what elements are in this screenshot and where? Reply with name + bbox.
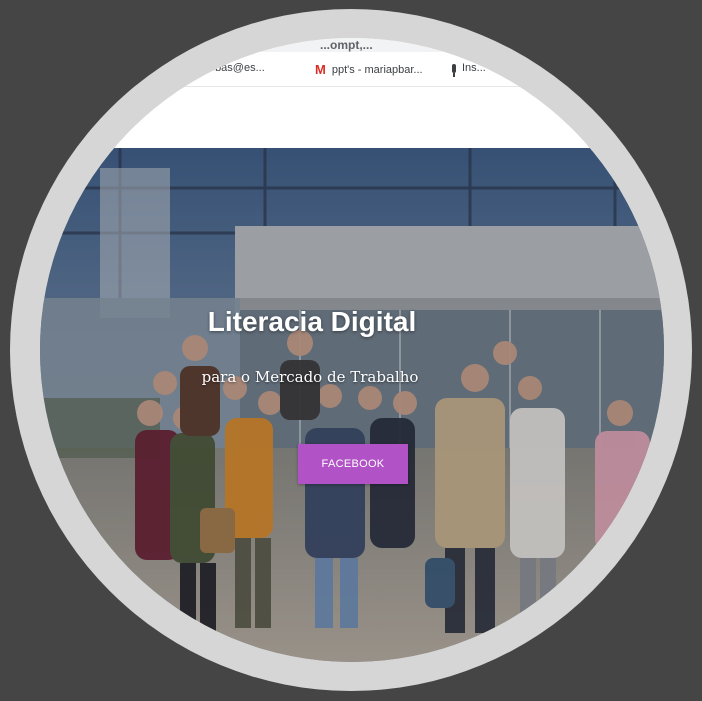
bookmark-label: ...barbas@es... <box>190 62 265 74</box>
bookmark-label: Ins... <box>462 62 486 74</box>
magnifier-stage: ...ompt,... ...barbas@es... M ppt's - ma… <box>0 0 702 701</box>
mic-icon <box>452 63 456 77</box>
address-bar[interactable]: ...ompt,... <box>40 38 664 52</box>
page-header <box>40 87 664 149</box>
hero-overlay <box>40 148 664 662</box>
bookmark-email[interactable]: ...barbas@es... <box>190 62 265 74</box>
gmail-icon: M <box>315 62 326 77</box>
bookmark-instagram[interactable]: Ins... <box>452 62 486 77</box>
bookmarks-bar: ...barbas@es... M ppt's - mariapbar... I… <box>40 52 664 87</box>
bookmark-gmail[interactable]: M ppt's - mariapbar... <box>315 62 423 77</box>
hero-subtitle: para o Mercado de Trabalho <box>201 368 419 386</box>
magnifier-lens: ...ompt,... ...barbas@es... M ppt's - ma… <box>40 38 664 662</box>
url-text: ...ompt,... <box>320 38 373 52</box>
bookmark-label: ppt's - mariapbar... <box>331 63 423 76</box>
hero-section: Literacia Digital para o Mercado de Trab… <box>40 148 664 662</box>
facebook-button[interactable]: FACEBOOK <box>298 444 408 484</box>
hero-title: Literacia Digital <box>207 306 417 337</box>
